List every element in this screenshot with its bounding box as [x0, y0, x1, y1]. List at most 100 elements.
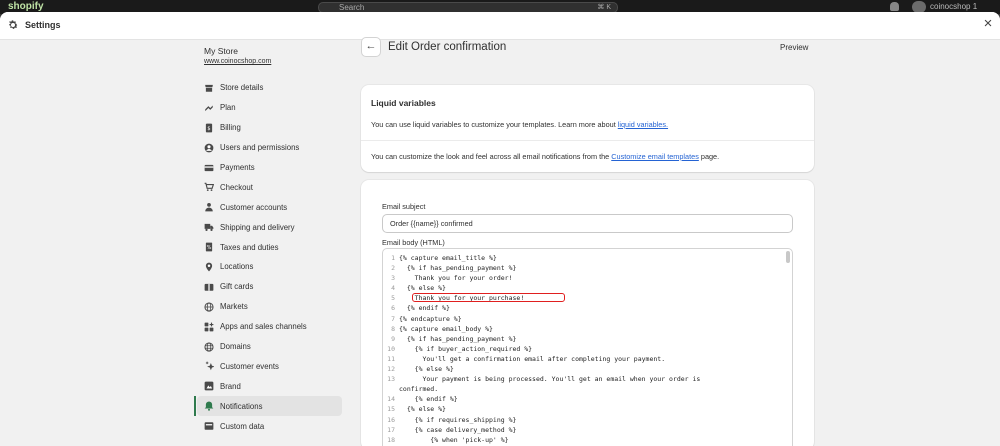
- code-line[interactable]: 11 You'll get a confirmation email after…: [383, 354, 783, 364]
- sidebar-item-billing[interactable]: $ Billing: [194, 118, 344, 138]
- code-line[interactable]: 18 {% when 'pick-up' %}: [383, 435, 783, 445]
- modal-title: Settings: [25, 20, 61, 30]
- sidebar-item-label: Taxes and duties: [220, 242, 279, 252]
- code-line[interactable]: 6 {% endif %}: [383, 303, 783, 313]
- sidebar-item-label: Customer accounts: [220, 202, 288, 212]
- store-name: My Store: [204, 46, 239, 56]
- code-text-content: {% else %}: [399, 284, 446, 293]
- line-number: 8: [391, 324, 395, 333]
- code-line[interactable]: 7 {% endcapture %}: [383, 314, 783, 324]
- code-text-content: {% else %}: [399, 405, 446, 414]
- code-text-content: {% when 'pick-up' %}: [399, 435, 509, 444]
- sidebar-item-label: Custom data: [220, 421, 265, 431]
- customize-text: You can customize the look and feel acro…: [371, 152, 719, 161]
- user-circle-icon: [204, 143, 214, 153]
- store-url[interactable]: www.coinocshop.com: [204, 58, 271, 65]
- code-line[interactable]: 1 {% capture email_title %}: [383, 253, 783, 263]
- code-line[interactable]: 2 {% if has_pending_payment %}: [383, 263, 783, 273]
- sidebar-item-domains[interactable]: Domains: [194, 337, 344, 357]
- code-text: Thank you for your order!: [399, 273, 513, 283]
- customize-text-prefix: You can customize the look and feel acro…: [371, 152, 612, 161]
- email-subject-input[interactable]: Order {{name}} confirmed: [382, 214, 793, 233]
- sidebar-item-plan[interactable]: Plan: [194, 98, 344, 118]
- settings-sidebar: My Store www.coinocshop.com Store detail…: [194, 40, 348, 446]
- sidebar-item-label: Store details: [220, 83, 264, 93]
- sidebar-item-shipping-and-delivery[interactable]: Shipping and delivery: [194, 217, 344, 237]
- line-number: 15: [387, 405, 395, 414]
- sidebar-item-label: Notifications: [220, 401, 263, 411]
- code-text-content: Thank you for your order!: [399, 274, 513, 283]
- line-number: 6: [391, 304, 395, 313]
- code-text: {% endif %}: [399, 303, 450, 313]
- sidebar-item-label: Shipping and delivery: [220, 222, 295, 232]
- back-button[interactable]: ←: [361, 37, 381, 57]
- sidebar-item-brand[interactable]: Brand: [194, 376, 344, 396]
- plan-icon: [204, 103, 214, 113]
- sidebar-item-label: Gift cards: [220, 282, 254, 292]
- sidebar-item-label: Checkout: [220, 182, 253, 192]
- code-text: {% else %}: [399, 283, 446, 293]
- code-text: {% if requires_shipping %}: [399, 415, 517, 425]
- sidebar-item-notifications[interactable]: Notifications: [194, 396, 342, 417]
- code-line[interactable]: 3 Thank you for your order!: [383, 273, 783, 283]
- code-line[interactable]: 17 {% case delivery_method %}: [383, 425, 783, 435]
- email-subject-label: Email subject: [382, 202, 426, 211]
- code-text: confirmed.: [399, 384, 438, 394]
- sidebar-item-gift-cards[interactable]: Gift cards: [194, 277, 344, 297]
- liquid-card-text: You can use liquid variables to customiz…: [371, 120, 668, 129]
- line-number: 10: [387, 344, 395, 353]
- code-lines: 1 {% capture email_title %} 2 {% if has_pe…: [383, 253, 783, 445]
- code-line[interactable]: 5 Thank you for your purchase!: [383, 293, 783, 303]
- code-text: {% if buyer_action_required %}: [399, 344, 532, 354]
- email-body-code-editor[interactable]: 1 {% capture email_title %} 2 {% if has_pe…: [382, 248, 793, 446]
- sidebar-item-locations[interactable]: Locations: [194, 257, 344, 277]
- sidebar-item-label: Payments: [220, 163, 255, 172]
- highlight-box: [412, 293, 565, 303]
- code-line[interactable]: 13 Your payment is being processed. You'…: [383, 374, 783, 384]
- code-text-content: {% if has_pending_payment %}: [399, 334, 517, 343]
- code-line[interactable]: 12 {% else %}: [383, 364, 783, 374]
- preview-button[interactable]: Preview: [780, 43, 808, 52]
- customize-email-templates-link[interactable]: Customize email templates: [611, 152, 699, 161]
- code-text: You'll get a confirmation email after co…: [399, 354, 665, 364]
- code-line[interactable]: 14 {% endif %}: [383, 394, 783, 404]
- liquid-variables-link[interactable]: liquid variables.: [618, 120, 668, 129]
- location-pin-icon: [204, 262, 214, 272]
- sidebar-item-customer-accounts[interactable]: Customer accounts: [194, 197, 344, 217]
- admin-bell-icon[interactable]: [890, 2, 899, 11]
- code-line[interactable]: 8 {% capture email_body %}: [383, 324, 783, 334]
- line-number: 4: [391, 284, 395, 293]
- sidebar-item-custom-data[interactable]: Custom data: [194, 416, 344, 436]
- code-text: {% if has_pending_payment %}: [399, 263, 517, 273]
- code-text-content: confirmed.: [399, 385, 439, 394]
- code-line[interactable]: 15 {% else %}: [383, 404, 783, 414]
- sidebar-item-payments[interactable]: Payments: [194, 158, 344, 178]
- sidebar-item-taxes-and-duties[interactable]: % Taxes and duties: [194, 237, 344, 257]
- liquid-card-title: Liquid variables: [371, 98, 436, 108]
- code-line[interactable]: 9 {% if has_pending_payment %}: [383, 334, 783, 344]
- sidebar-item-label: Markets: [220, 302, 248, 312]
- close-icon[interactable]: ×: [980, 16, 996, 33]
- editor-scrollbar[interactable]: [786, 251, 790, 263]
- taxes-icon: %: [204, 242, 214, 252]
- code-line[interactable]: confirmed.: [383, 384, 783, 394]
- code-text-content: {% capture email_title %}: [399, 254, 497, 262]
- sidebar-item-markets[interactable]: Markets: [194, 297, 344, 317]
- code-line[interactable]: 4 {% else %}: [383, 283, 783, 293]
- truck-icon: [204, 222, 214, 232]
- brand-icon: [204, 381, 214, 391]
- sidebar-item-users-and-permissions[interactable]: Users and permissions: [194, 138, 344, 158]
- sparkle-icon: [204, 361, 214, 371]
- code-text: {% when 'pick-up' %}: [399, 435, 509, 445]
- sidebar-item-checkout[interactable]: Checkout: [194, 177, 344, 197]
- code-line[interactable]: 16 {% if requires_shipping %}: [383, 415, 783, 425]
- line-number: [383, 384, 399, 394]
- line-number: 18: [387, 435, 395, 444]
- sidebar-item-label: Customer events: [220, 361, 279, 371]
- sidebar-item-store-details[interactable]: Store details: [194, 78, 344, 98]
- sidebar-item-customer-events[interactable]: Customer events: [194, 356, 344, 376]
- code-line[interactable]: 10 {% if buyer_action_required %}: [383, 344, 783, 354]
- sidebar-item-apps-and-sales-channels[interactable]: Apps and sales channels: [194, 317, 344, 337]
- code-text: {% capture email_body %}: [399, 324, 493, 334]
- line-number: 17: [387, 425, 395, 434]
